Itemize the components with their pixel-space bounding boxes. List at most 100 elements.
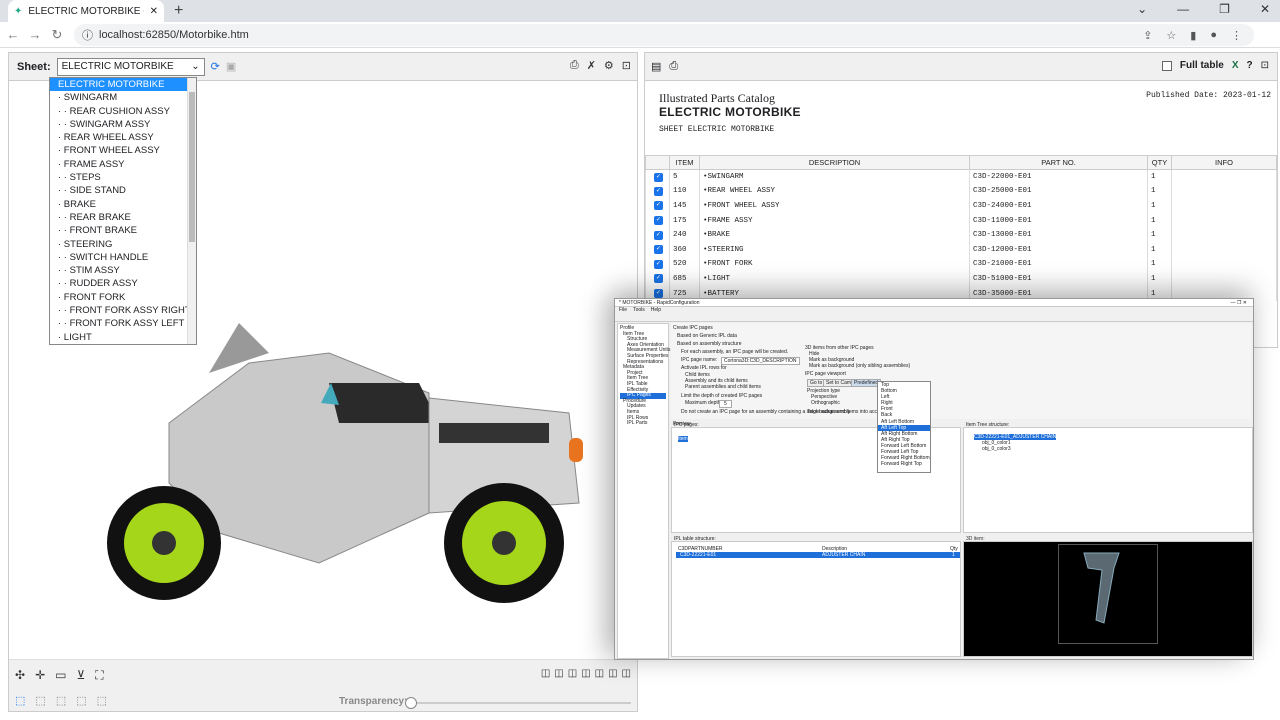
dropdown-item[interactable]: · · STEPS xyxy=(50,171,196,184)
dropdown-item[interactable]: · LIGHT xyxy=(50,331,196,344)
rc-opt-create[interactable]: Create IPC pages xyxy=(673,325,713,331)
rc-max-depth-input[interactable]: 5 xyxy=(719,400,732,408)
col-part-no[interactable]: PART NO. xyxy=(969,155,1148,170)
row-checkbox[interactable]: ✓ xyxy=(645,227,670,243)
minimize-icon[interactable]: — xyxy=(1177,2,1189,16)
table-row[interactable]: ✓ 360 •STEERING C3D-12000-E01 1 xyxy=(645,242,1277,258)
restore-icon[interactable]: ❐ xyxy=(1219,2,1230,16)
fit-icon[interactable]: ⊻ xyxy=(76,668,85,683)
dropdown-item[interactable]: ELECTRIC MOTORBIKE xyxy=(50,78,196,92)
cell-description[interactable]: •STEERING xyxy=(699,242,970,258)
row-checkbox[interactable]: ✓ xyxy=(645,271,670,287)
dropdown-item[interactable]: · REAR WHEEL ASSY xyxy=(50,131,196,144)
rc-tree-item[interactable]: IPL Parts xyxy=(620,420,666,427)
rc-profile-tree[interactable]: Profile Item Tree Structure Axes Orientatio… xyxy=(617,323,670,659)
rc-menu-file[interactable]: File xyxy=(619,307,627,314)
rc-item-tree-child[interactable]: obj_0_color3 xyxy=(982,446,1011,452)
col-item[interactable]: ITEM xyxy=(669,155,700,170)
image-icon[interactable]: ▣ xyxy=(226,60,236,73)
cell-description[interactable]: •SWINGARM xyxy=(699,169,970,185)
sync-icon[interactable]: ⟳ xyxy=(211,60,220,73)
rc-page-name-input[interactable]: Cortona3D:C3D_DESCRIPTION xyxy=(721,357,800,365)
dropdown-item[interactable]: · FRONT FORK xyxy=(50,291,196,304)
dropdown-item[interactable]: · · REAR CUSHION ASSY xyxy=(50,105,196,118)
dropdown-item[interactable]: · STEERING xyxy=(50,238,196,251)
table-row[interactable]: ✓ 110 •REAR WHEEL ASSY C3D-25000-E01 1 xyxy=(645,184,1277,199)
check-icon[interactable]: ✓ xyxy=(654,274,663,284)
col-qty[interactable]: QTY xyxy=(1147,155,1172,170)
reload-icon[interactable]: ↻ xyxy=(48,27,66,43)
check-icon[interactable]: ✓ xyxy=(654,245,663,255)
dropdown-item[interactable]: · FRONT WHEEL ASSY xyxy=(50,144,196,157)
rc-opt-assembly[interactable]: Based on assembly structure xyxy=(677,341,741,347)
rc-opt-generic[interactable]: Based on Generic IPL data xyxy=(677,333,737,339)
transparency-slider[interactable] xyxy=(405,697,631,709)
frame-icon[interactable]: ▭ xyxy=(55,668,66,683)
rc-p-ortho[interactable]: Orthographic xyxy=(811,400,840,406)
cell-description[interactable]: •FRONT WHEEL ASSY xyxy=(699,198,970,214)
cube-view-icon[interactable]: ◫ xyxy=(568,668,577,679)
motorbike-3d-model[interactable] xyxy=(99,313,609,643)
close-window-icon[interactable]: ✕ xyxy=(1260,2,1270,16)
cell-description[interactable]: •FRONT FORK xyxy=(699,257,970,272)
print-icon[interactable]: ⎙ xyxy=(570,59,579,72)
save-icon[interactable]: ▤ xyxy=(651,60,661,73)
rc-dropdown-item[interactable]: Forward Right Top xyxy=(878,461,930,467)
cube-view-icon[interactable]: ◫ xyxy=(581,668,590,679)
select-mode-icon[interactable]: ⬚ xyxy=(76,694,86,707)
dropdown-item[interactable]: · · STIM ASSY xyxy=(50,264,196,277)
col-description[interactable]: DESCRIPTION xyxy=(699,155,970,170)
select-mode-icon[interactable]: ⬚ xyxy=(35,694,45,707)
table-row[interactable]: ✓ 145 •FRONT WHEEL ASSY C3D-24000-E01 1 xyxy=(645,198,1277,214)
rc-3d-item-view[interactable]: 3D item: xyxy=(963,536,1253,657)
select-mode-icon[interactable]: ⬚ xyxy=(56,694,66,707)
row-checkbox[interactable]: ✓ xyxy=(645,184,670,199)
row-checkbox[interactable]: ✓ xyxy=(645,213,670,228)
dropdown-item[interactable]: · · SIDE STAND xyxy=(50,184,196,197)
print-icon[interactable]: ⎙ xyxy=(669,60,678,73)
rc-limit-depth[interactable]: Limit the depth of created IPC pages xyxy=(681,393,762,399)
expand-icon[interactable]: ⊡ xyxy=(1261,60,1269,71)
help-button[interactable]: ? xyxy=(1247,60,1253,71)
cube-view-icon[interactable]: ◫ xyxy=(622,668,631,679)
zoom-box-icon[interactable]: ⛶ xyxy=(95,668,103,683)
pan-icon[interactable]: ✛ xyxy=(35,668,45,683)
dropdown-item[interactable]: · · FRONT FORK ASSY LEFT xyxy=(50,317,196,330)
full-table-checkbox[interactable] xyxy=(1161,60,1172,71)
sidepanel-icon[interactable]: ▮ xyxy=(1190,29,1196,42)
select-mode-icon[interactable]: ⬚ xyxy=(15,694,25,707)
rc-take-bg[interactable]: Take background items into account xyxy=(807,409,887,415)
dropdown-item[interactable]: · · SWITCH HANDLE xyxy=(50,251,196,264)
table-row[interactable]: ✓ 175 •FRAME ASSY C3D-11000-E01 1 xyxy=(645,213,1277,228)
table-row[interactable]: ✓ 240 •BRAKE C3D-13000-E01 1 xyxy=(645,227,1277,243)
new-tab-button[interactable]: + xyxy=(174,2,183,20)
select-mode-icon[interactable]: ⬚ xyxy=(97,694,107,707)
dropdown-item[interactable]: · SWINGARM xyxy=(50,91,196,104)
dropdown-item[interactable]: · FRAME ASSY xyxy=(50,158,196,171)
rc-window-controls[interactable]: — ❐ ✕ xyxy=(1231,299,1247,307)
share-icon[interactable]: ⇪ xyxy=(1143,29,1152,42)
rc-act-parent[interactable]: Parent assemblies and child items xyxy=(685,384,761,390)
cell-description[interactable]: •BRAKE xyxy=(699,227,970,243)
info-icon[interactable]: ⓘ xyxy=(82,27,93,43)
sheet-select[interactable]: ELECTRIC MOTORBIKE ⌄ xyxy=(56,57,205,76)
browser-tab[interactable]: ✦ ELECTRIC MOTORBIKE - Cortona ✕ xyxy=(8,0,164,22)
dropdown-item[interactable]: · · REAR BRAKE xyxy=(50,211,196,224)
slider-knob[interactable] xyxy=(405,697,417,709)
sheet-dropdown-list[interactable]: ELECTRIC MOTORBIKE · SWINGARM · · REAR CUS… xyxy=(49,77,197,345)
check-icon[interactable]: ✓ xyxy=(654,201,663,211)
close-tab-icon[interactable]: ✕ xyxy=(150,6,158,17)
rc-item-tree[interactable]: Item Tree structure: C3D-22221-E01_ADJUS… xyxy=(963,422,1253,533)
row-checkbox[interactable]: ✓ xyxy=(645,198,670,214)
cube-view-icon[interactable]: ◫ xyxy=(554,668,563,679)
check-icon[interactable]: ✓ xyxy=(654,172,663,182)
check-icon[interactable]: ✓ xyxy=(654,289,663,299)
rc-ipc-page-item[interactable]: Item xyxy=(678,436,688,442)
rc-ipl-row[interactable]: C3D-22221-E01 ADJUSTER CHAIN 1 xyxy=(676,552,960,558)
rc-o-bg2[interactable]: Mark as background (only sibling assembl… xyxy=(809,363,910,369)
rc-menu-tools[interactable]: Tools xyxy=(633,307,645,314)
check-icon[interactable]: ✓ xyxy=(654,186,663,196)
forward-icon[interactable]: → xyxy=(26,27,44,42)
gear-icon[interactable]: ⚙ xyxy=(604,59,614,72)
cube-view-icon[interactable]: ◫ xyxy=(541,668,550,679)
